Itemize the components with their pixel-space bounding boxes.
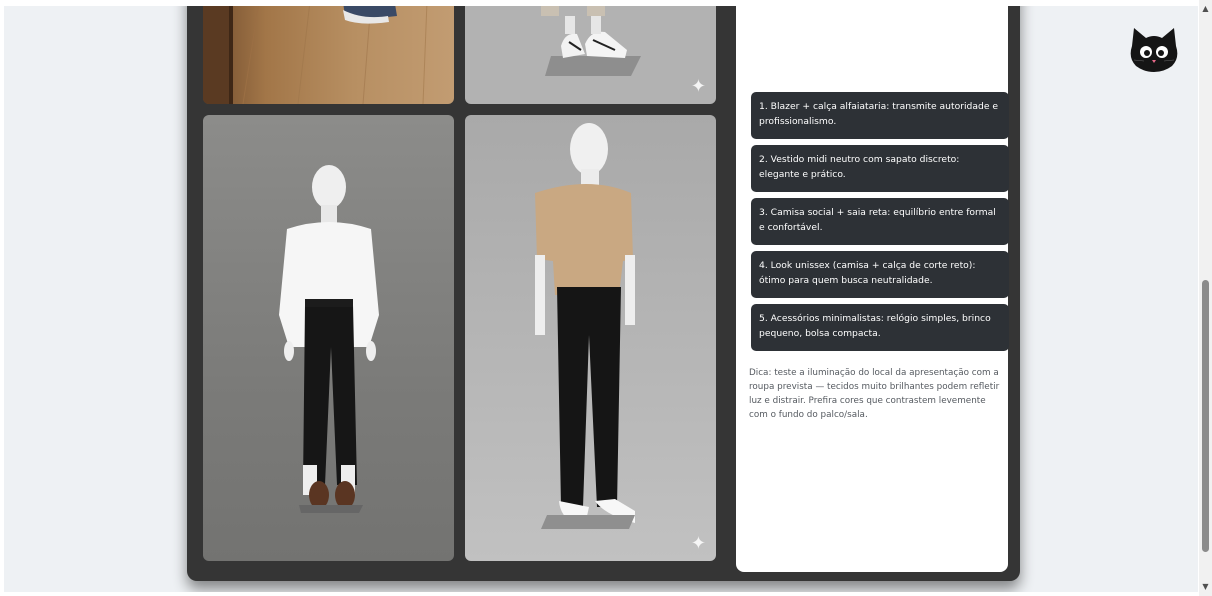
tip-text: Dica: teste a iluminação do local da apr… (749, 368, 1000, 420)
sparkle-icon: ✦ (690, 76, 706, 97)
mannequin-white-shirt-photo (279, 165, 379, 513)
scroll-down-icon[interactable]: ▼ (1199, 580, 1212, 594)
list-item: 5. Acessórios minimalistas: relógio simp… (751, 304, 1009, 351)
mannequin-wood-floor-photo (203, 6, 428, 104)
gallery-image-4[interactable]: ✦ (465, 115, 716, 561)
list-item: 2. Vestido midi neutro com sapato discre… (751, 145, 1009, 192)
cat-face-icon[interactable] (1126, 24, 1182, 74)
outfit-list: 1. Blazer + calça alfaiataria: transmite… (751, 92, 1009, 357)
tips-panel: 1. Blazer + calça alfaiataria: transmite… (736, 6, 1009, 572)
mannequin-sneakers-photo (541, 6, 641, 76)
page-viewport: ✦ ✦ 1. Blazer + calça alfaiataria: trans… (4, 6, 1198, 592)
gallery-image-2[interactable]: ✦ (465, 6, 716, 104)
content-card: ✦ ✦ 1. Blazer + calça alfaiataria: trans… (187, 6, 1020, 581)
vertical-scrollbar[interactable]: ▲ ▼ (1199, 0, 1212, 596)
list-item: 1. Blazer + calça alfaiataria: transmite… (751, 92, 1009, 139)
gallery-image-1[interactable] (203, 6, 454, 104)
gallery-image-3[interactable] (203, 115, 454, 561)
list-item: 4. Look unissex (camisa + calça de corte… (751, 251, 1009, 298)
scroll-up-icon[interactable]: ▲ (1199, 2, 1212, 16)
mannequin-beige-polo-photo (535, 123, 635, 529)
sparkle-icon: ✦ (690, 533, 706, 554)
list-item: 3. Camisa social + saia reta: equilíbrio… (751, 198, 1009, 245)
scrollbar-thumb[interactable] (1202, 280, 1209, 552)
